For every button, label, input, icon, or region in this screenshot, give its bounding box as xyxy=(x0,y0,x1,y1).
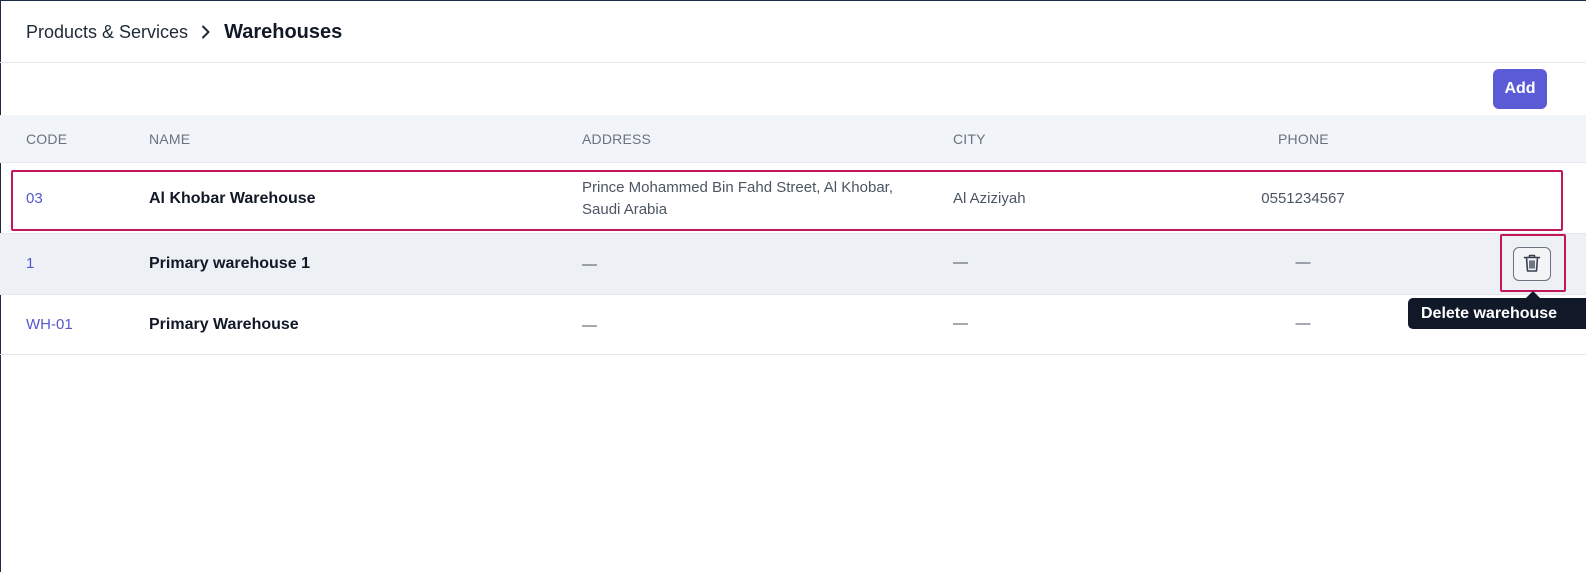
table-row[interactable]: 03 Al Khobar Warehouse Prince Mohammed B… xyxy=(0,164,1586,234)
row-phone: — xyxy=(1295,315,1311,332)
row-address: — xyxy=(582,317,597,334)
trash-icon xyxy=(1523,253,1541,276)
breadcrumb-parent-link[interactable]: Products & Services xyxy=(26,22,188,43)
row-city: Al Aziziyah xyxy=(953,190,1026,207)
tooltip-arrow xyxy=(1526,291,1540,298)
column-header-code: CODE xyxy=(26,131,68,147)
delete-warehouse-button[interactable] xyxy=(1513,247,1551,281)
column-header-phone: PHONE xyxy=(1278,131,1329,147)
table-row[interactable]: WH-01 Primary Warehouse — — — xyxy=(0,295,1586,355)
table-row[interactable]: 1 Primary warehouse 1 — — — xyxy=(0,234,1586,295)
column-header-name: NAME xyxy=(149,131,191,147)
breadcrumb: Products & Services Warehouses xyxy=(26,20,342,44)
row-code-link[interactable]: 03 xyxy=(26,190,43,207)
table-header: CODE NAME ADDRESS CITY PHONE xyxy=(0,115,1586,163)
delete-tooltip: Delete warehouse xyxy=(1408,298,1586,329)
row-name: Al Khobar Warehouse xyxy=(149,190,316,207)
row-address: Prince Mohammed Bin Fahd Street, Al Khob… xyxy=(582,177,922,221)
column-header-address: ADDRESS xyxy=(582,131,652,147)
row-name: Primary warehouse 1 xyxy=(149,255,310,272)
chevron-right-icon xyxy=(188,25,224,39)
row-address-line: Saudi Arabia xyxy=(582,201,668,218)
row-code-link[interactable]: 1 xyxy=(26,255,34,272)
row-phone: 0551234567 xyxy=(1261,190,1345,207)
row-address-line: Prince Mohammed Bin Fahd Street, Al Khob… xyxy=(582,179,893,196)
row-code-link[interactable]: WH-01 xyxy=(26,316,73,333)
row-name: Primary Warehouse xyxy=(149,316,299,333)
row-address: — xyxy=(582,256,597,273)
page-header: Products & Services Warehouses xyxy=(0,0,1586,63)
add-button[interactable]: Add xyxy=(1493,69,1547,109)
row-city: — xyxy=(953,315,968,332)
row-city: — xyxy=(953,254,968,271)
page-title: Warehouses xyxy=(224,20,343,43)
column-header-city: CITY xyxy=(953,131,986,147)
row-phone: — xyxy=(1295,254,1311,271)
